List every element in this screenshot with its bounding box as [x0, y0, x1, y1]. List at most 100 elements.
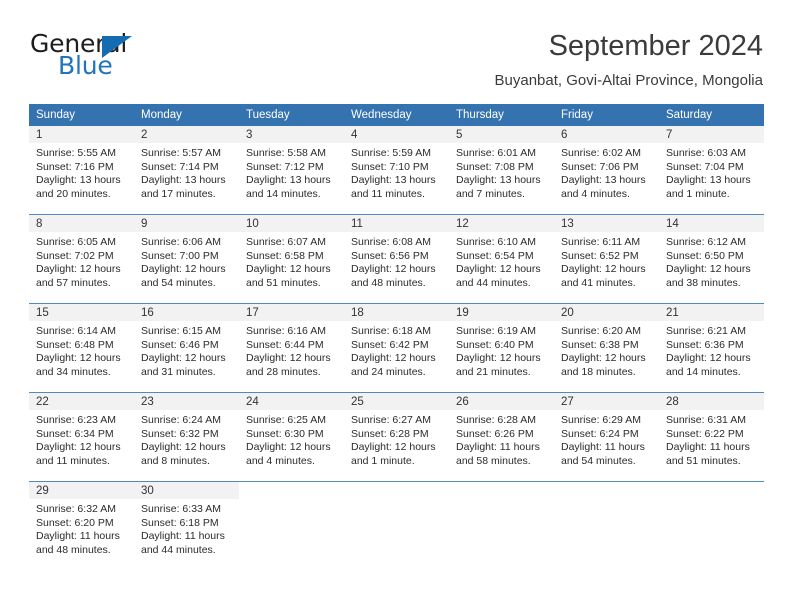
sunrise-text: Sunrise: 6:32 AM — [36, 503, 116, 515]
sunrise-text: Sunrise: 6:23 AM — [36, 414, 116, 426]
calendar-day-cell[interactable]: 22 Sunrise: 6:23 AM Sunset: 6:34 PM Dayligh… — [29, 392, 134, 482]
calendar-week-row: 8 Sunrise: 6:05 AM Sunset: 7:02 PM Daylight… — [29, 214, 764, 304]
sunrise-text: Sunrise: 6:25 AM — [246, 414, 326, 426]
day-number: 11 — [344, 215, 449, 232]
calendar-day-cell[interactable]: 20 Sunrise: 6:20 AM Sunset: 6:38 PM Dayligh… — [554, 303, 659, 393]
calendar-day-cell[interactable]: 28 Sunrise: 6:31 AM Sunset: 6:22 PM Dayligh… — [659, 392, 764, 482]
sunrise-text: Sunrise: 6:10 AM — [456, 236, 536, 248]
day-cell-inner: 5 Sunrise: 6:01 AM Sunset: 7:08 PM Daylight… — [449, 126, 554, 214]
day-cell-inner: 25 Sunrise: 6:27 AM Sunset: 6:28 PM Dayligh… — [344, 393, 449, 481]
sunrise-text: Sunrise: 6:08 AM — [351, 236, 431, 248]
calendar-day-cell[interactable]: 17 Sunrise: 6:16 AM Sunset: 6:44 PM Dayligh… — [239, 303, 344, 393]
day-cell-details: Sunrise: 6:08 AM Sunset: 6:56 PM Daylight:… — [344, 232, 449, 290]
calendar-day-cell[interactable]: 23 Sunrise: 6:24 AM Sunset: 6:32 PM Dayligh… — [134, 392, 239, 482]
calendar-day-cell-empty — [554, 481, 659, 570]
daylight-text: Daylight: 12 hours and 1 minute. — [351, 441, 436, 467]
page-subtitle: Buyanbat, Govi-Altai Province, Mongolia — [494, 72, 763, 89]
daylight-text: Daylight: 13 hours and 7 minutes. — [456, 174, 541, 200]
weekday-header-tuesday: Tuesday — [239, 104, 344, 126]
sunset-text: Sunset: 6:36 PM — [666, 338, 744, 351]
calendar-day-cell[interactable]: 9 Sunrise: 6:06 AM Sunset: 7:00 PM Daylight… — [134, 214, 239, 304]
day-cell-inner — [554, 482, 659, 570]
day-cell-inner: 11 Sunrise: 6:08 AM Sunset: 6:56 PM Dayligh… — [344, 215, 449, 303]
weekday-header-monday: Monday — [134, 104, 239, 126]
calendar-day-cell[interactable]: 7 Sunrise: 6:03 AM Sunset: 7:04 PM Daylight… — [659, 126, 764, 215]
daylight-text: Daylight: 12 hours and 51 minutes. — [246, 263, 331, 289]
daylight-text: Daylight: 13 hours and 17 minutes. — [141, 174, 226, 200]
sunset-text: Sunset: 6:32 PM — [141, 427, 219, 440]
sunrise-text: Sunrise: 6:31 AM — [666, 414, 746, 426]
day-number: 30 — [134, 482, 239, 499]
calendar-day-cell[interactable]: 18 Sunrise: 6:18 AM Sunset: 6:42 PM Dayligh… — [344, 303, 449, 393]
day-cell-details: Sunrise: 5:59 AM Sunset: 7:10 PM Daylight:… — [344, 143, 449, 201]
calendar-day-cell[interactable]: 6 Sunrise: 6:02 AM Sunset: 7:06 PM Daylight… — [554, 126, 659, 215]
calendar-day-cell[interactable]: 10 Sunrise: 6:07 AM Sunset: 6:58 PM Dayligh… — [239, 214, 344, 304]
calendar-day-cell[interactable]: 12 Sunrise: 6:10 AM Sunset: 6:54 PM Dayligh… — [449, 214, 554, 304]
calendar-day-cell[interactable]: 26 Sunrise: 6:28 AM Sunset: 6:26 PM Dayligh… — [449, 392, 554, 482]
sunset-text: Sunset: 6:48 PM — [36, 338, 114, 351]
calendar-day-cell[interactable]: 14 Sunrise: 6:12 AM Sunset: 6:50 PM Dayligh… — [659, 214, 764, 304]
calendar-day-cell[interactable]: 5 Sunrise: 6:01 AM Sunset: 7:08 PM Daylight… — [449, 126, 554, 215]
daylight-text: Daylight: 13 hours and 11 minutes. — [351, 174, 436, 200]
day-cell-inner — [449, 482, 554, 570]
day-number: 5 — [449, 126, 554, 143]
sunset-text: Sunset: 7:06 PM — [561, 160, 639, 173]
day-cell-details: Sunrise: 6:07 AM Sunset: 6:58 PM Daylight:… — [239, 232, 344, 290]
day-number: 15 — [29, 304, 134, 321]
day-cell-inner: 17 Sunrise: 6:16 AM Sunset: 6:44 PM Dayligh… — [239, 304, 344, 392]
day-cell-inner: 24 Sunrise: 6:25 AM Sunset: 6:30 PM Dayligh… — [239, 393, 344, 481]
sunrise-text: Sunrise: 6:14 AM — [36, 325, 116, 337]
day-cell-details: Sunrise: 6:20 AM Sunset: 6:38 PM Daylight:… — [554, 321, 659, 379]
calendar-day-cell[interactable]: 13 Sunrise: 6:11 AM Sunset: 6:52 PM Dayligh… — [554, 214, 659, 304]
calendar-day-cell[interactable]: 3 Sunrise: 5:58 AM Sunset: 7:12 PM Daylight… — [239, 126, 344, 215]
sunset-text: Sunset: 6:18 PM — [141, 516, 219, 529]
title-block: September 2024 Buyanbat, Govi-Altai Prov… — [243, 28, 763, 92]
calendar-day-cell[interactable]: 1 Sunrise: 5:55 AM Sunset: 7:16 PM Daylight… — [29, 126, 134, 215]
calendar-day-cell[interactable]: 30 Sunrise: 6:33 AM Sunset: 6:18 PM Dayligh… — [134, 481, 239, 570]
sunrise-text: Sunrise: 6:12 AM — [666, 236, 746, 248]
calendar-day-cell[interactable]: 11 Sunrise: 6:08 AM Sunset: 6:56 PM Dayligh… — [344, 214, 449, 304]
day-number: 4 — [344, 126, 449, 143]
day-number: 2 — [134, 126, 239, 143]
sunset-text: Sunset: 6:28 PM — [351, 427, 429, 440]
sunrise-text: Sunrise: 6:01 AM — [456, 147, 536, 159]
sunset-text: Sunset: 6:58 PM — [246, 249, 324, 262]
general-blue-logo: General Blue — [29, 28, 269, 90]
day-cell-details: Sunrise: 6:15 AM Sunset: 6:46 PM Daylight:… — [134, 321, 239, 379]
calendar-day-cell-empty — [344, 481, 449, 570]
calendar-day-cell[interactable]: 16 Sunrise: 6:15 AM Sunset: 6:46 PM Dayligh… — [134, 303, 239, 393]
calendar-day-cell[interactable]: 4 Sunrise: 5:59 AM Sunset: 7:10 PM Daylight… — [344, 126, 449, 215]
day-cell-inner: 15 Sunrise: 6:14 AM Sunset: 6:48 PM Dayligh… — [29, 304, 134, 392]
sunrise-text: Sunrise: 5:55 AM — [36, 147, 116, 159]
day-cell-details: Sunrise: 6:05 AM Sunset: 7:02 PM Daylight:… — [29, 232, 134, 290]
daylight-text: Daylight: 11 hours and 44 minutes. — [141, 530, 225, 556]
calendar-day-cell[interactable]: 21 Sunrise: 6:21 AM Sunset: 6:36 PM Dayligh… — [659, 303, 764, 393]
day-cell-inner: 4 Sunrise: 5:59 AM Sunset: 7:10 PM Daylight… — [344, 126, 449, 214]
day-cell-details: Sunrise: 6:06 AM Sunset: 7:00 PM Daylight:… — [134, 232, 239, 290]
calendar-day-cell[interactable]: 29 Sunrise: 6:32 AM Sunset: 6:20 PM Dayligh… — [29, 481, 134, 570]
sunrise-text: Sunrise: 6:03 AM — [666, 147, 746, 159]
daylight-text: Daylight: 12 hours and 4 minutes. — [246, 441, 331, 467]
calendar-day-cell[interactable]: 2 Sunrise: 5:57 AM Sunset: 7:14 PM Daylight… — [134, 126, 239, 215]
calendar-week-row: 22 Sunrise: 6:23 AM Sunset: 6:34 PM Dayligh… — [29, 392, 764, 482]
calendar-day-cell[interactable]: 15 Sunrise: 6:14 AM Sunset: 6:48 PM Dayligh… — [29, 303, 134, 393]
calendar-day-cell[interactable]: 24 Sunrise: 6:25 AM Sunset: 6:30 PM Dayligh… — [239, 392, 344, 482]
daylight-text: Daylight: 12 hours and 48 minutes. — [351, 263, 436, 289]
day-cell-details: Sunrise: 5:58 AM Sunset: 7:12 PM Daylight:… — [239, 143, 344, 201]
day-cell-details: Sunrise: 6:03 AM Sunset: 7:04 PM Daylight:… — [659, 143, 764, 201]
weekday-header-friday: Friday — [554, 104, 659, 126]
daylight-text: Daylight: 11 hours and 51 minutes. — [666, 441, 750, 467]
calendar-day-cell[interactable]: 8 Sunrise: 6:05 AM Sunset: 7:02 PM Daylight… — [29, 214, 134, 304]
day-number: 12 — [449, 215, 554, 232]
calendar-day-cell[interactable]: 27 Sunrise: 6:29 AM Sunset: 6:24 PM Dayligh… — [554, 392, 659, 482]
calendar-day-cell[interactable]: 19 Sunrise: 6:19 AM Sunset: 6:40 PM Dayligh… — [449, 303, 554, 393]
calendar-header-row: Sunday Monday Tuesday Wednesday Thursday… — [29, 104, 764, 126]
daylight-text: Daylight: 12 hours and 21 minutes. — [456, 352, 541, 378]
day-cell-details: Sunrise: 6:24 AM Sunset: 6:32 PM Daylight:… — [134, 410, 239, 468]
weekday-header-sunday: Sunday — [29, 104, 134, 126]
day-number — [659, 482, 764, 499]
day-number: 21 — [659, 304, 764, 321]
day-cell-inner: 26 Sunrise: 6:28 AM Sunset: 6:26 PM Dayligh… — [449, 393, 554, 481]
calendar-day-cell[interactable]: 25 Sunrise: 6:27 AM Sunset: 6:28 PM Dayligh… — [344, 392, 449, 482]
day-cell-inner: 14 Sunrise: 6:12 AM Sunset: 6:50 PM Dayligh… — [659, 215, 764, 303]
